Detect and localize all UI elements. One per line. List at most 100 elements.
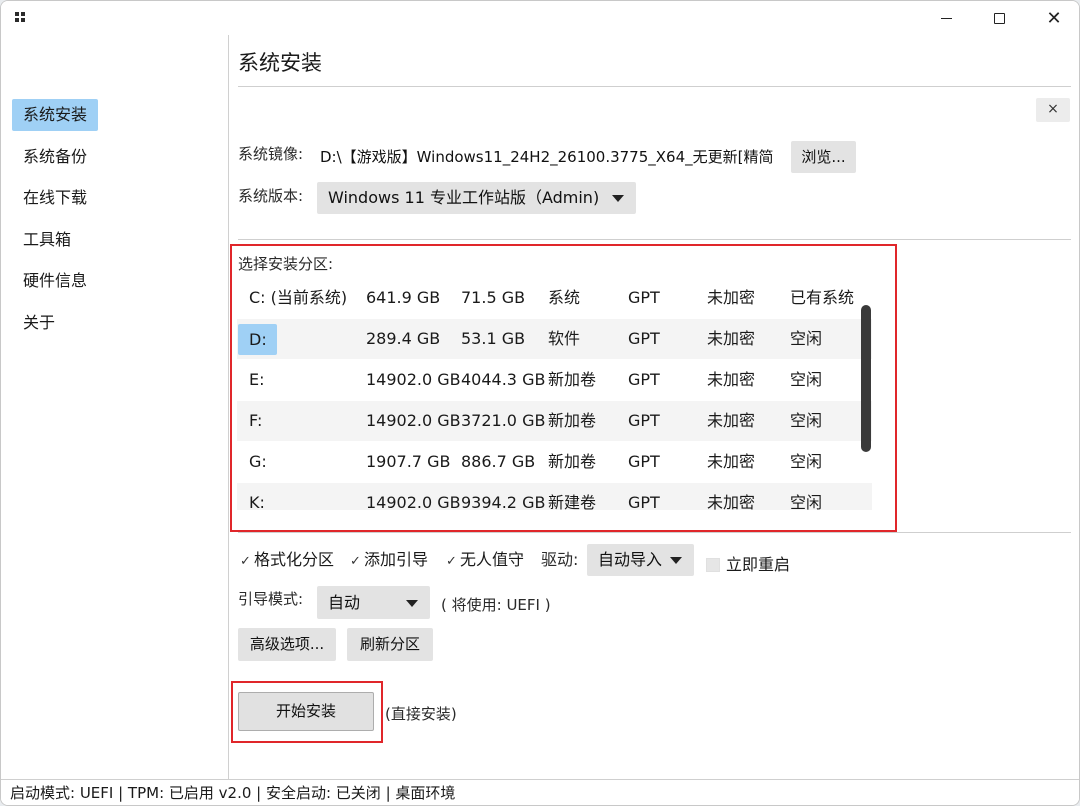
partition-status: 空闲 — [790, 411, 823, 430]
sidebar: 系统安装 系统备份 在线下载 工具箱 硬件信息 关于 — [1, 35, 229, 779]
sidebar-item-about[interactable]: 关于 — [12, 307, 66, 339]
unattended-checkbox-label: 无人值守 — [460, 550, 525, 569]
sidebar-item-system-backup[interactable]: 系统备份 — [12, 141, 98, 173]
start-install-button[interactable]: 开始安装 — [238, 692, 374, 731]
driver-label: 驱动: — [541, 550, 579, 569]
add-boot-checkbox[interactable]: ✓ 添加引导 — [350, 546, 428, 570]
partition-style: GPT — [628, 288, 660, 307]
sidebar-item-hardware-info[interactable]: 硬件信息 — [12, 265, 98, 297]
partition-status: 空闲 — [790, 493, 823, 510]
add-boot-checkbox-label: 添加引导 — [364, 550, 429, 569]
partition-style: GPT — [628, 411, 660, 430]
install-hint: (直接安装) — [385, 705, 457, 723]
version-label: 系统版本: — [238, 187, 304, 205]
partition-status: 空闲 — [790, 452, 823, 471]
panel-close-button[interactable]: × — [1036, 98, 1070, 122]
browse-button[interactable]: 浏览... — [791, 141, 856, 173]
partition-name: 新加卷 — [548, 411, 597, 430]
partition-free: 9394.2 GB — [461, 493, 546, 510]
main-panel: 系统安装 × 系统镜像: D:\【游戏版】Windows11_24H2_2610… — [230, 35, 1079, 779]
minimize-icon — [940, 17, 952, 19]
close-icon: ✕ — [1046, 7, 1062, 29]
partition-style: GPT — [628, 452, 660, 471]
chevron-down-icon — [670, 557, 682, 564]
chevron-down-icon — [406, 599, 418, 607]
partition-free: 71.5 GB — [461, 288, 526, 307]
sidebar-item-toolbox[interactable]: 工具箱 — [12, 224, 82, 256]
app-window: ✕ 系统安装 系统备份 在线下载 工具箱 硬件信息 关于 系统安装 × 系统镜像… — [0, 0, 1080, 806]
partition-status: 已有系统 — [790, 288, 855, 307]
partition-row[interactable]: K: 14902.0 GB 9394.2 GB 新建卷 GPT 未加密 空闲 — [237, 483, 872, 510]
partition-free: 4044.3 GB — [461, 370, 546, 389]
partition-drive: D: — [238, 324, 277, 355]
partition-encryption: 未加密 — [707, 329, 756, 348]
partition-size: 289.4 GB — [366, 329, 441, 348]
partition-drive: C: (当前系统) — [249, 288, 348, 307]
partition-drive: E: — [249, 370, 265, 389]
partition-list-scrollbar[interactable] — [861, 305, 871, 452]
partition-name: 新加卷 — [548, 370, 597, 389]
partition-drive: K: — [249, 493, 265, 510]
partition-name: 系统 — [548, 288, 581, 307]
partition-row[interactable]: F: 14902.0 GB 3721.0 GB 新加卷 GPT 未加密 空闲 — [237, 401, 872, 441]
partition-style: GPT — [628, 329, 660, 348]
partition-free: 53.1 GB — [461, 329, 526, 348]
partition-size: 14902.0 GB — [366, 493, 461, 510]
partition-list[interactable]: C: (当前系统) 641.9 GB 71.5 GB 系统 GPT 未加密 已有… — [237, 278, 872, 510]
image-label: 系统镜像: — [238, 145, 304, 163]
boot-mode-hint: ( 将使用: UEFI ) — [441, 596, 551, 614]
partition-style: GPT — [628, 370, 660, 389]
minimize-button[interactable] — [923, 1, 969, 35]
partition-drive: G: — [249, 452, 267, 471]
divider — [238, 239, 1071, 240]
sidebar-item-online-download[interactable]: 在线下载 — [12, 182, 98, 214]
close-button[interactable]: ✕ — [1031, 1, 1077, 35]
format-checkbox[interactable]: ✓ 格式化分区 — [240, 546, 334, 570]
partition-encryption: 未加密 — [707, 411, 756, 430]
partition-status: 空闲 — [790, 370, 823, 389]
page-title: 系统安装 — [238, 51, 322, 75]
partition-row-selected[interactable]: D: 289.4 GB 53.1 GB 软件 GPT 未加密 空闲 — [237, 319, 872, 359]
driver-select[interactable]: 自动导入 — [587, 544, 694, 576]
chevron-down-icon — [612, 195, 624, 202]
maximize-icon — [993, 12, 1005, 24]
check-icon: ✓ — [446, 554, 457, 569]
unattended-checkbox[interactable]: ✓ 无人值守 — [446, 546, 524, 570]
partition-size: 14902.0 GB — [366, 370, 461, 389]
partition-encryption: 未加密 — [707, 493, 756, 510]
partition-style: GPT — [628, 493, 660, 510]
partition-row[interactable]: C: (当前系统) 641.9 GB 71.5 GB 系统 GPT 未加密 已有… — [237, 278, 872, 318]
driver-select-value: 自动导入 — [598, 550, 663, 569]
image-path-field[interactable]: D:\【游戏版】Windows11_24H2_26100.3775_X64_无更… — [317, 140, 779, 174]
partition-row[interactable]: E: 14902.0 GB 4044.3 GB 新加卷 GPT 未加密 空闲 — [237, 360, 872, 400]
partition-name: 新加卷 — [548, 452, 597, 471]
partition-drive: F: — [249, 411, 263, 430]
divider — [238, 532, 1071, 533]
partition-free: 886.7 GB — [461, 452, 536, 471]
maximize-button[interactable] — [976, 1, 1022, 35]
check-icon: ✓ — [240, 554, 251, 569]
partition-status: 空闲 — [790, 329, 823, 348]
partition-label: 选择安装分区: — [238, 255, 334, 273]
check-icon: ✓ — [350, 554, 361, 569]
reboot-checkbox[interactable]: 立即重启 — [706, 551, 790, 575]
boot-mode-select[interactable]: 自动 — [317, 586, 430, 619]
partition-name: 软件 — [548, 329, 581, 348]
partition-size: 14902.0 GB — [366, 411, 461, 430]
advanced-options-button[interactable]: 高级选项... — [238, 628, 336, 661]
format-checkbox-label: 格式化分区 — [254, 550, 335, 569]
app-logo-icon — [15, 12, 25, 22]
checkbox-empty-icon — [706, 558, 720, 572]
refresh-partitions-button[interactable]: 刷新分区 — [347, 628, 433, 661]
reboot-checkbox-label: 立即重启 — [726, 555, 791, 574]
sidebar-item-system-install[interactable]: 系统安装 — [12, 99, 99, 131]
partition-encryption: 未加密 — [707, 288, 756, 307]
version-select[interactable]: Windows 11 专业工作站版（Admin) — [317, 182, 636, 214]
version-select-value: Windows 11 专业工作站版（Admin) — [328, 188, 600, 207]
boot-mode-select-value: 自动 — [328, 593, 361, 612]
boot-mode-label: 引导模式: — [238, 590, 304, 608]
partition-row[interactable]: G: 1907.7 GB 886.7 GB 新加卷 GPT 未加密 空闲 — [237, 442, 872, 482]
partition-name: 新建卷 — [548, 493, 597, 510]
divider — [238, 86, 1071, 87]
status-bar: 启动模式: UEFI | TPM: 已启用 v2.0 | 安全启动: 已关闭 |… — [1, 779, 1079, 805]
